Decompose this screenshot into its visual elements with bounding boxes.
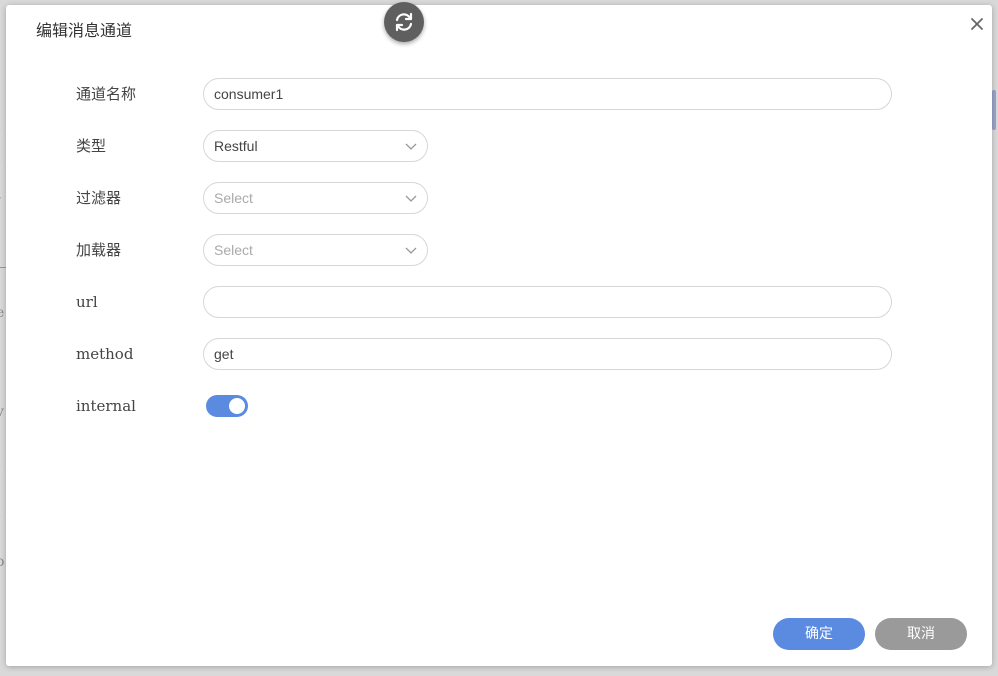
form-row-name: 通道名称 consumer1 <box>6 78 992 110</box>
form-row-url: url <box>6 286 992 318</box>
loader-select-placeholder: Select <box>214 242 253 258</box>
chevron-down-icon <box>405 143 417 150</box>
internal-label: internal <box>76 397 136 415</box>
form-row-type: 类型 Restful <box>6 130 992 162</box>
loader-select[interactable]: Select <box>203 234 428 266</box>
close-button[interactable] <box>968 15 986 33</box>
chevron-down-icon <box>405 247 417 254</box>
loader-label: 加载器 <box>76 241 122 259</box>
filter-select[interactable]: Select <box>203 182 428 214</box>
background-scrollbar <box>992 90 996 130</box>
method-label: method <box>76 345 134 363</box>
name-label: 通道名称 <box>76 85 137 103</box>
toggle-knob <box>229 398 245 414</box>
filter-select-placeholder: Select <box>214 190 253 206</box>
filter-label: 过滤器 <box>76 189 122 207</box>
form-row-loader: 加载器 Select <box>6 234 992 266</box>
url-input[interactable] <box>203 286 892 318</box>
chevron-down-icon <box>405 195 417 202</box>
close-icon <box>971 18 983 30</box>
form-row-method: method get <box>6 338 992 370</box>
type-label: 类型 <box>76 137 107 155</box>
method-input[interactable]: get <box>203 338 892 370</box>
confirm-button[interactable]: 确定 <box>773 618 865 650</box>
url-label: url <box>76 293 98 311</box>
name-input[interactable]: consumer1 <box>203 78 892 110</box>
edit-channel-dialog: 编辑消息通道 通道名称 consumer1 类型 Restful 过滤器 Sel… <box>6 2 992 666</box>
type-select-value: Restful <box>214 138 258 154</box>
cancel-button[interactable]: 取消 <box>875 618 967 650</box>
sync-floating-button[interactable] <box>384 2 424 42</box>
type-select[interactable]: Restful <box>203 130 428 162</box>
internal-toggle[interactable] <box>206 395 248 417</box>
dialog-title: 编辑消息通道 <box>36 21 133 40</box>
form-row-internal: internal <box>6 390 992 422</box>
form-row-filter: 过滤器 Select <box>6 182 992 214</box>
sync-icon <box>395 12 413 32</box>
